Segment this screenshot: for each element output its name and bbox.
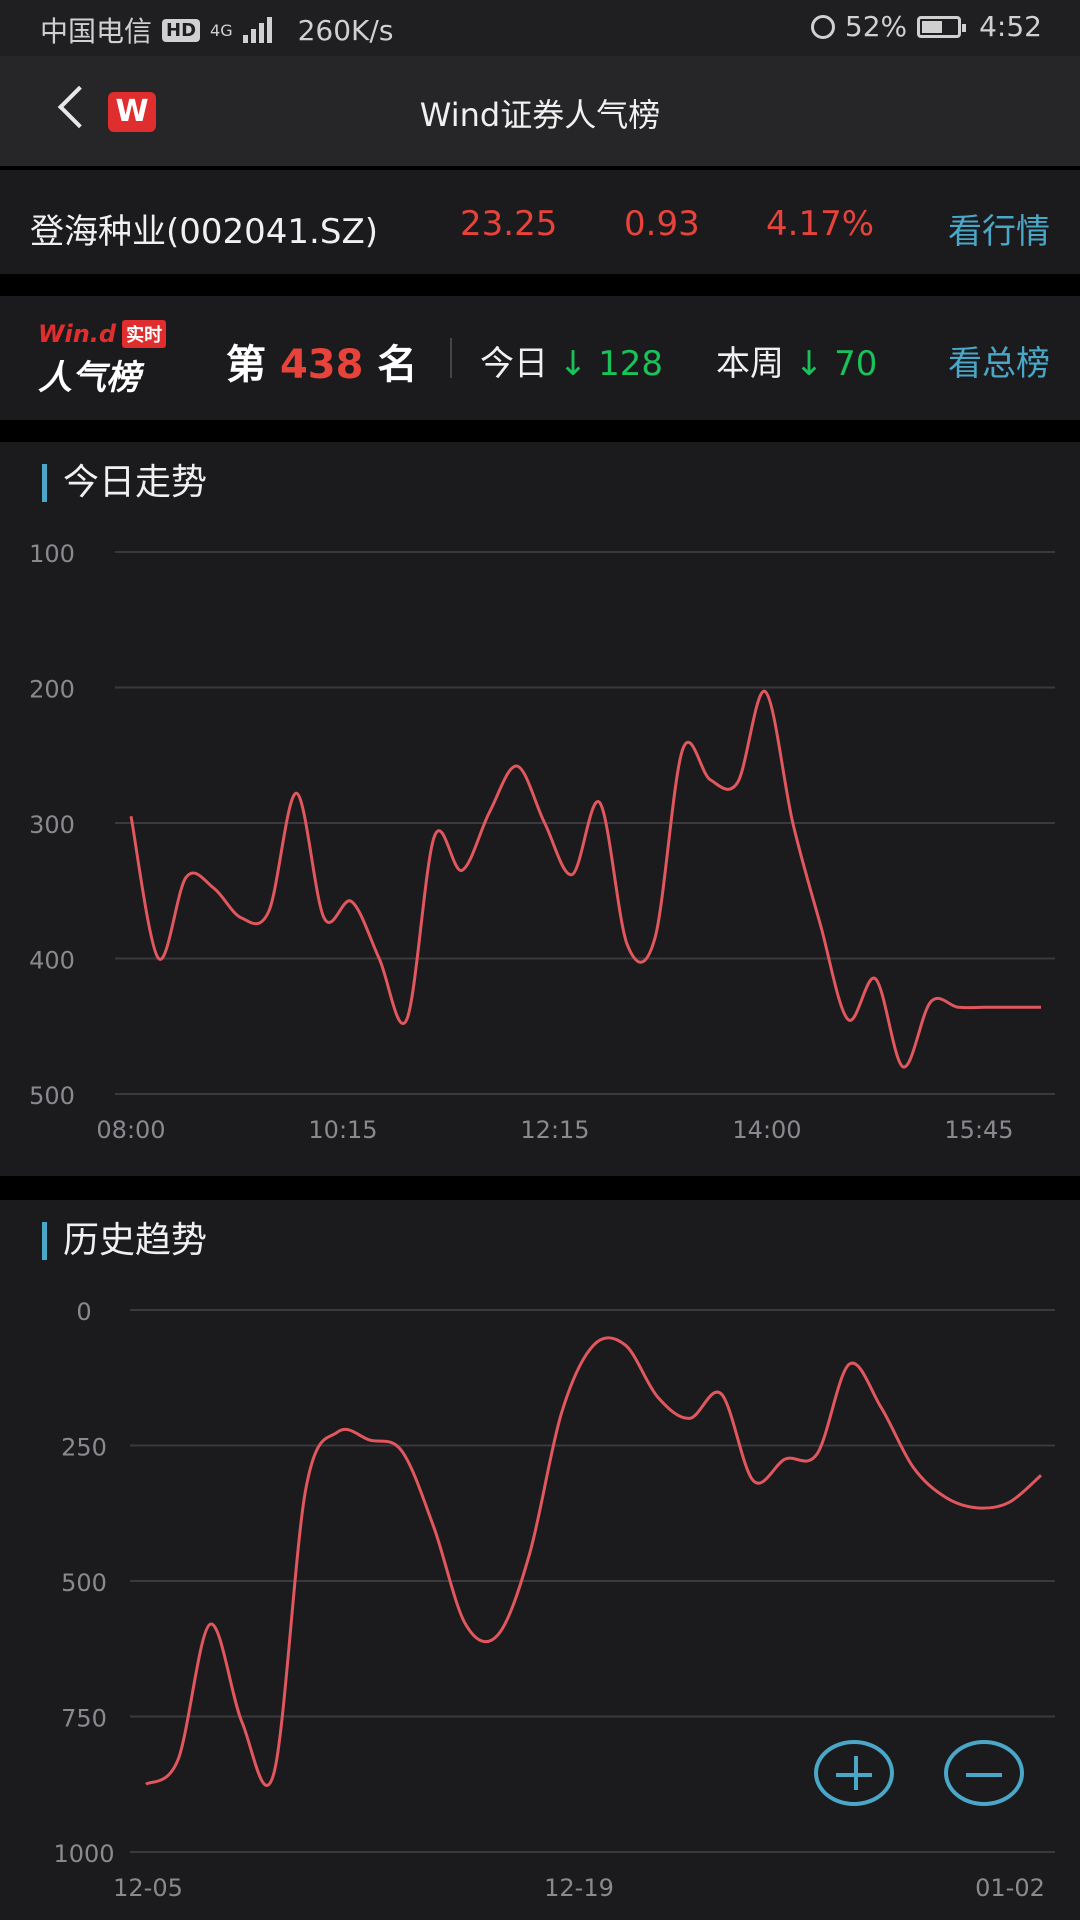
battery-percent: 52% [844,10,908,43]
week-change: 本周 ↓ 70 [716,336,877,385]
stock-change-percent: 4.17% [766,204,875,244]
x-tick-label: 12:15 [520,1116,589,1144]
today-value: 128 [598,344,664,384]
history-trend-chart: 0 250 500 750 1000 12-05 12-19 01-02 [53,1298,1055,1902]
today-trend-chart: 100 200 300 400 500 08:00 10:15 12:15 14:00 15:45 [29,540,1055,1144]
today-change: 今日 ↓ 128 [480,336,663,385]
network-type: 4G [210,20,233,40]
x-tick-label: 08:00 [96,1116,165,1144]
series-line [129,690,1041,1069]
down-arrow-icon: ↓ [794,344,824,384]
stock-name: 登海种业(002041.SZ) [30,212,379,252]
hd-badge: HD [162,18,201,42]
zoom-in-icon[interactable] [814,1740,894,1806]
y-tick-label: 1000 [53,1840,114,1868]
rank-number: 438 [279,342,364,388]
y-tick-label: 400 [29,947,75,975]
rank-display: 第 438 名 [226,332,417,390]
y-tick-label: 100 [29,540,75,568]
x-tick-label: 12-19 [544,1874,614,1902]
stock-price: 23.25 [460,204,558,244]
view-total-rank-link[interactable]: 看总榜 [948,336,1050,385]
x-tick-label: 14:00 [732,1116,801,1144]
series-line [145,1336,1042,1787]
history-trend-panel: 历史趋势 0 250 500 750 1000 12-05 12-19 01-02 [0,1200,1080,1920]
x-tick-label: 10:15 [308,1116,377,1144]
week-value: 70 [834,344,878,384]
carrier-label: 中国电信 [40,15,153,48]
rank-suffix: 名 [377,342,418,388]
x-tick-label: 15:45 [944,1116,1013,1144]
y-tick-label: 300 [29,811,75,839]
page-title: Wind证券人气榜 [419,96,661,134]
y-tick-label: 0 [76,1298,91,1326]
battery-icon [917,15,967,38]
rank-prefix: 第 [226,342,266,388]
y-tick-label: 200 [29,676,75,704]
stock-change: 0.93 [624,204,700,244]
logo-main-text: 人气榜 [38,358,140,398]
y-tick-label: 250 [61,1434,107,1462]
status-bar: 中国电信 HD 4G 260K/s 52% 4:52 [0,0,1080,56]
signal-icon [242,17,272,43]
week-label: 本周 [716,344,784,384]
clock: 4:52 [979,10,1042,43]
y-tick-label: 500 [61,1569,107,1597]
view-quote-link[interactable]: 看行情 [948,204,1050,253]
x-tick-label: 01-02 [975,1874,1045,1902]
zoom-out-icon[interactable] [944,1740,1024,1806]
today-label: 今日 [480,344,548,384]
x-tick-label: 12-05 [113,1874,183,1902]
rank-row: Win.d 实时 人气榜 第 438 名 今日 ↓ 128 本周 ↓ 70 看总… [0,296,1080,420]
logo-wind-text: Win.d [38,320,117,348]
divider [450,338,452,378]
popularity-logo: Win.d 实时 人气榜 [38,320,198,398]
nav-bar: W Wind证券人气榜 [0,56,1080,166]
net-speed: 260K/s [297,13,394,47]
y-tick-label: 750 [61,1705,107,1733]
down-arrow-icon: ↓ [558,344,588,384]
quote-row: 登海种业(002041.SZ) 23.25 0.93 4.17% 看行情 [0,170,1080,274]
alarm-icon [810,14,835,39]
today-trend-panel: 今日走势 100 200 300 400 500 08:00 10:15 12:15 14:00… [0,442,1080,1176]
y-tick-label: 500 [29,1082,75,1110]
logo-realtime-tag: 实时 [122,320,167,348]
